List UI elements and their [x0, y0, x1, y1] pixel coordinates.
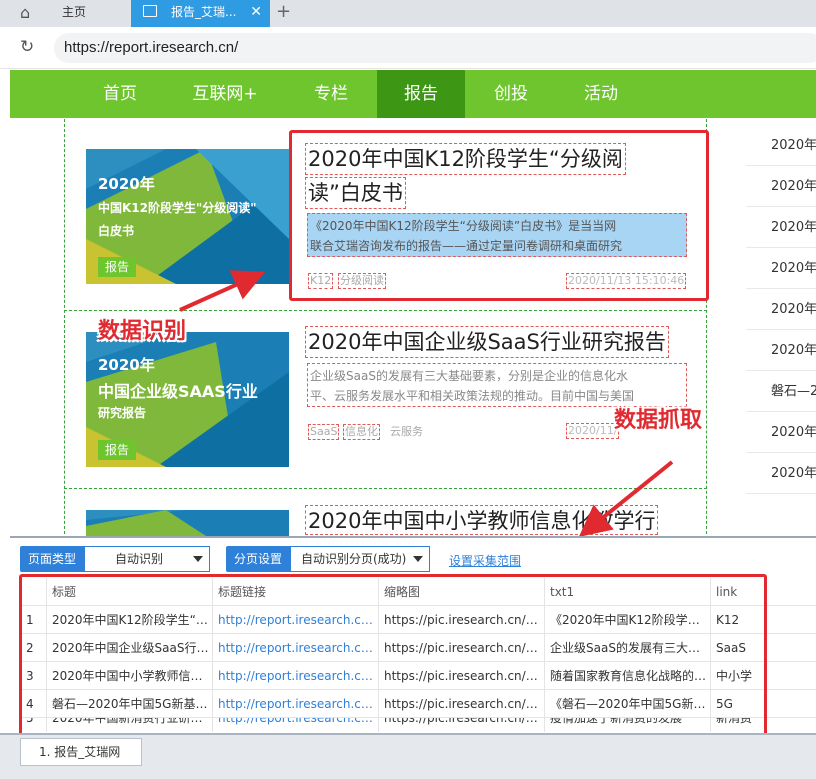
arrow-scrape [578, 460, 674, 538]
scrape-highlight-box [19, 574, 767, 738]
bottom-task-bar: 1. 报告_艾瑞网 [0, 733, 816, 779]
paging-select[interactable]: 自动识别分页(成功) [290, 546, 430, 572]
chevron-down-icon [193, 556, 203, 562]
paging-value: 自动识别分页(成功) [301, 552, 407, 566]
page-type-label: 页面类型 [20, 546, 85, 572]
page-type-select[interactable]: 自动识别 [84, 546, 210, 572]
set-range-link[interactable]: 设置采集范围 [449, 552, 521, 569]
page-type-value: 自动识别 [115, 552, 164, 566]
task-tab[interactable]: 1. 报告_艾瑞网 [20, 738, 142, 766]
chevron-down-icon [413, 556, 423, 562]
arrow-recognize [179, 270, 266, 312]
paging-label: 分页设置 [226, 546, 291, 572]
